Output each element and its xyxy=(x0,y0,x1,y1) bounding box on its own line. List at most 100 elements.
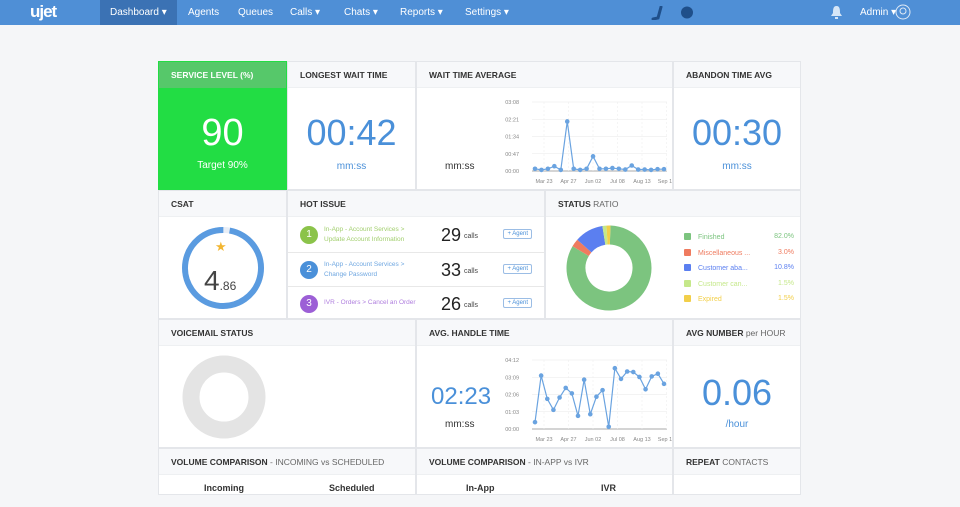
card-title: ABANDON TIME AVG xyxy=(674,62,800,88)
x-tick-label: Aug 13 xyxy=(633,437,650,443)
legend-item[interactable]: Expired 1.5% xyxy=(684,295,794,303)
volume-incoming-card: VOLUME COMPARISON - INCOMING vs SCHEDULE… xyxy=(158,448,416,495)
x-tick-label: Sep 18 xyxy=(658,437,672,443)
legend-swatch xyxy=(684,233,691,240)
legend-swatch xyxy=(684,248,691,256)
data-point xyxy=(635,167,641,172)
avg-number-value: 0.06 xyxy=(701,372,773,413)
data-point xyxy=(606,424,612,430)
status-ratio-card: STATUS RATIO Finished 82.0% Miscellaneous … xyxy=(545,190,801,319)
call-count: 29 xyxy=(441,225,462,245)
voicemail-ring xyxy=(182,355,266,439)
unit: mm:ss xyxy=(336,161,367,172)
hot-issue-row[interactable]: 2 In-App - Account Services > Change Pass… xyxy=(288,252,544,286)
voicemail-card: VOICEMAIL STATUS xyxy=(158,319,416,448)
data-point xyxy=(629,163,635,168)
handle-time-card: AVG. HANDLE TIME 02:23 mm:ss 00:00 01:03 0… xyxy=(416,319,673,448)
y-tick-label: 03:08 xyxy=(505,100,519,106)
wait-time-chart: 00:00 00:47 01:34 02:21 03:08 Mar 23 Apr 27 Jun… xyxy=(505,100,672,185)
chat-icon[interactable] xyxy=(680,6,694,20)
hot-issue-row[interactable]: 3 IVR - Orders > Cancel an Order 26 call… xyxy=(288,286,544,320)
card-title: CSAT xyxy=(159,191,286,217)
card-title: WAIT TIME AVERAGE xyxy=(417,62,672,88)
add-agent-button[interactable]: + Agent xyxy=(503,298,532,308)
unit: mm:ss xyxy=(722,161,752,172)
legend-item[interactable]: Customer aba... 10.8% xyxy=(684,264,794,272)
avatar-icon[interactable] xyxy=(895,4,911,20)
hot-issue-row[interactable]: 1 In-App - Account Services > Update Acco… xyxy=(288,218,544,252)
unit: mm:ss xyxy=(445,161,475,172)
issue-path: IVR - Orders > Cancel an Order xyxy=(324,299,416,306)
x-tick-label: Jul 08 xyxy=(610,179,625,185)
abandon-time-card: ABANDON TIME AVG 00:30 mm:ss xyxy=(673,61,801,190)
phone-icon[interactable] xyxy=(650,6,664,20)
data-point xyxy=(649,374,655,379)
data-point xyxy=(538,373,544,378)
card-title: REPEAT CONTACTS xyxy=(674,449,800,475)
add-agent-button[interactable]: + Agent xyxy=(503,264,532,274)
nav-dashboard[interactable]: Dashboard ▾ xyxy=(100,0,177,25)
legend-item[interactable]: Customer can... 1.5% xyxy=(684,279,794,288)
handle-time-chart: 00:00 01:03 02:06 03:09 04:12 Mar 23 Apr 27 Jun… xyxy=(505,358,672,443)
col-inapp: In-App xyxy=(466,483,495,493)
nav-settings[interactable]: Settings ▾ xyxy=(455,0,519,25)
nav-chats[interactable]: Chats ▾ xyxy=(334,0,388,25)
data-point xyxy=(623,167,628,172)
data-point xyxy=(539,167,544,173)
x-tick-label: Sep 18 xyxy=(658,179,672,185)
star-icon: ★ xyxy=(215,239,227,254)
x-tick-label: Apr 27 xyxy=(560,179,576,185)
legend-item[interactable]: Finished 82.0% xyxy=(684,233,794,241)
nav-queues[interactable]: Queues xyxy=(228,0,283,25)
logo[interactable]: ujet xyxy=(30,2,57,22)
col-ivr: IVR xyxy=(601,483,617,493)
nav-agents[interactable]: Agents xyxy=(178,0,229,25)
data-point xyxy=(545,166,551,172)
bell-icon[interactable] xyxy=(830,5,843,20)
y-tick-label: 02:06 xyxy=(505,393,519,399)
data-point xyxy=(610,165,615,171)
repeat-contacts-card: REPEAT CONTACTS xyxy=(673,448,801,495)
data-point xyxy=(557,395,562,400)
col-scheduled: Scheduled xyxy=(329,483,375,493)
data-point xyxy=(551,407,556,413)
data-point xyxy=(571,166,576,172)
data-point xyxy=(597,166,602,172)
call-count: 26 xyxy=(441,294,462,314)
rank-badge: 3 xyxy=(300,295,318,313)
status-donut xyxy=(566,225,652,311)
card-title: AVG NUMBER per HOUR xyxy=(674,320,800,346)
card-title: VOLUME COMPARISON - INCOMING vs SCHEDULE… xyxy=(159,449,415,475)
service-level-card: SERVICE LEVEL (%) 90 Target 90% xyxy=(158,61,287,190)
data-point xyxy=(642,167,647,172)
card-title: LONGEST WAIT TIME xyxy=(288,62,415,88)
legend-item[interactable]: Miscellaneous ... 3.0% xyxy=(684,248,794,257)
y-tick-label: 00:47 xyxy=(505,152,519,158)
nav-calls[interactable]: Calls ▾ xyxy=(280,0,330,25)
csat-value: 4.86 xyxy=(204,265,237,296)
series-line xyxy=(534,121,664,171)
data-point xyxy=(630,369,636,375)
rank-badge: 1 xyxy=(300,226,318,244)
service-level-target: Target 90% xyxy=(197,160,248,171)
add-agent-button[interactable]: + Agent xyxy=(503,229,532,239)
data-point xyxy=(612,365,618,371)
handle-value: 02:23 xyxy=(431,383,492,410)
legend-swatch xyxy=(684,279,691,287)
y-tick-label: 03:09 xyxy=(505,375,519,381)
longest-wait-card: LONGEST WAIT TIME 00:42 mm:ss xyxy=(287,61,416,190)
y-tick-label: 00:00 xyxy=(505,169,519,175)
data-point xyxy=(558,167,564,173)
card-title: AVG. HANDLE TIME xyxy=(417,320,672,346)
data-point xyxy=(594,394,599,399)
legend-swatch xyxy=(684,295,691,302)
data-point xyxy=(581,377,587,383)
calls-label: calls xyxy=(464,233,479,240)
data-point xyxy=(624,369,630,374)
legend-swatch xyxy=(684,264,691,271)
data-point xyxy=(616,166,622,172)
nav-reports[interactable]: Reports ▾ xyxy=(390,0,453,25)
y-tick-label: 01:03 xyxy=(505,410,519,416)
data-point xyxy=(544,396,550,402)
donut-slice xyxy=(577,226,606,253)
